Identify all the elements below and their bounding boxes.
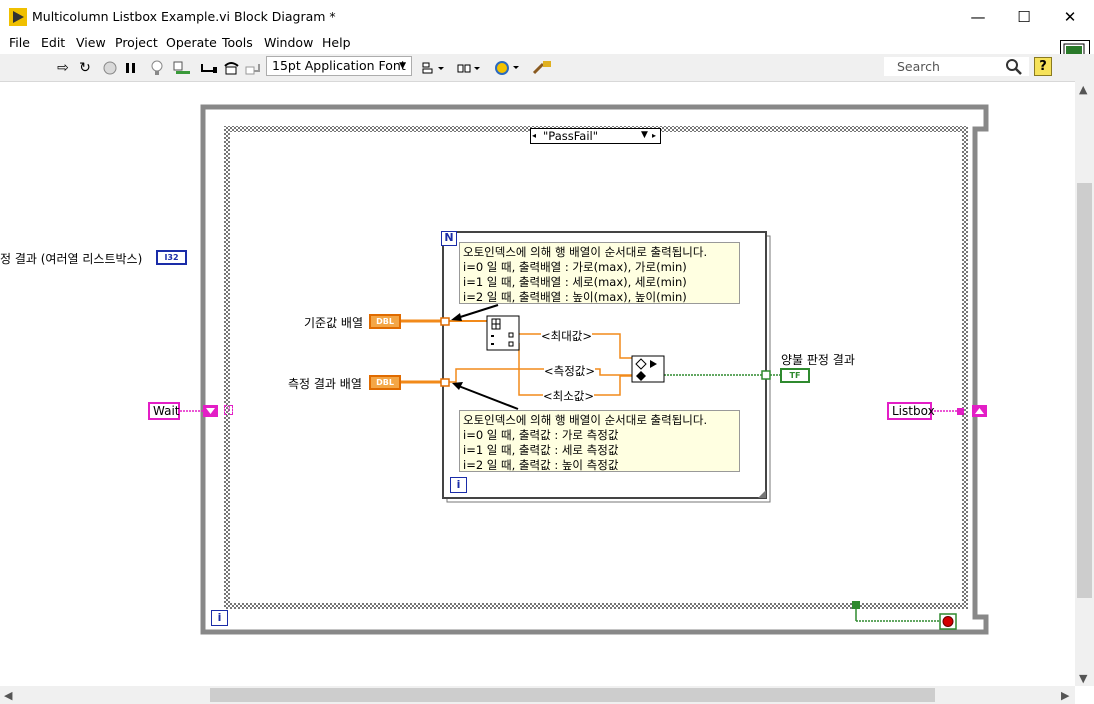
chevron-down-icon: ▼ <box>399 61 406 71</box>
comment-bottom-line: i=1 일 때, 출력값 : 세로 측정값 <box>463 443 619 457</box>
run-icon[interactable]: ⇨ <box>54 58 72 78</box>
min-value-wire-label: <최소값> <box>543 388 595 404</box>
wait-event-label[interactable]: Wait <box>148 402 180 420</box>
result-tunnel <box>761 370 771 380</box>
step-out-icon[interactable] <box>243 58 263 78</box>
retain-wire-values-icon[interactable] <box>172 58 194 78</box>
case-dropdown-icon[interactable]: ▼ <box>641 130 648 140</box>
step-into-icon[interactable] <box>199 58 219 78</box>
comment-top-line: i=0 일 때, 출력배열 : 가로(max), 가로(min) <box>463 260 687 274</box>
reorder-icon[interactable] <box>493 58 521 78</box>
menu-file[interactable]: File <box>9 35 30 50</box>
menu-operate[interactable]: Operate <box>166 35 217 50</box>
in-range-and-coerce-node[interactable] <box>631 355 665 383</box>
comment-top-line: i=1 일 때, 출력배열 : 세로(max), 세로(min) <box>463 275 687 289</box>
horizontal-scroll-thumb[interactable] <box>210 688 935 702</box>
index-array-node[interactable] <box>486 315 520 351</box>
pass-fail-result-terminal[interactable]: TF <box>780 368 810 383</box>
labview-app-icon <box>9 8 27 26</box>
menu-help[interactable]: Help <box>322 35 351 50</box>
window-title: Multicolumn Listbox Example.vi Block Dia… <box>32 9 336 24</box>
menu-window[interactable]: Window <box>264 35 313 50</box>
listbox-indicator-label: 정 결과 (여러열 리스트박스) <box>0 252 143 266</box>
clean-up-diagram-icon[interactable] <box>530 58 554 78</box>
font-select[interactable]: 15pt Application Font ▼ <box>266 56 412 76</box>
stop-tunnel <box>852 601 860 609</box>
reference-array-terminal[interactable]: DBL <box>369 314 401 329</box>
vertical-scroll-thumb[interactable] <box>1077 183 1092 598</box>
wait-tunnel: ? <box>224 405 233 415</box>
context-help-button[interactable]: ? <box>1034 57 1052 76</box>
case-selector[interactable]: ◂ "PassFail" ▼ ▸ <box>530 128 661 144</box>
menu-bar <box>0 34 1094 54</box>
for-loop-count-terminal[interactable]: N <box>441 231 457 246</box>
measurement-array-label: 측정 결과 배열 <box>288 377 362 391</box>
comment-bottom-line: i=2 일 때, 출력값 : 높이 측정값 <box>463 458 619 472</box>
comment-top-line: i=2 일 때, 출력배열 : 높이(max), 높이(min) <box>463 290 687 304</box>
pause-icon[interactable] <box>122 58 140 78</box>
search-placeholder: Search <box>897 59 940 74</box>
maximize-icon: ☐ <box>1017 8 1031 26</box>
close-icon: ✕ <box>1063 8 1077 26</box>
comment-bottom-line: 오토인덱스에 의해 행 배열이 순서대로 출력됩니다. <box>463 413 708 427</box>
listbox-tunnel <box>957 408 964 415</box>
reference-array-label: 기준값 배열 <box>304 316 364 330</box>
menu-tools[interactable]: Tools <box>222 35 253 50</box>
minimize-button[interactable]: — <box>955 0 1001 34</box>
minimize-icon: — <box>970 8 986 26</box>
for-loop-iteration-terminal: i <box>450 477 467 493</box>
menu-view[interactable]: View <box>76 35 106 50</box>
run-continuously-icon[interactable]: ↻ <box>76 58 94 78</box>
font-select-value: 15pt Application Font <box>272 58 406 73</box>
listbox-shift-register-right <box>972 405 987 417</box>
abort-icon[interactable] <box>101 58 119 78</box>
align-objects-icon[interactable] <box>420 58 446 78</box>
block-diagram-canvas <box>180 104 989 635</box>
listbox-label[interactable]: Listbox <box>887 402 935 420</box>
maximize-button[interactable]: ☐ <box>1001 0 1047 34</box>
measure-value-wire-label: <측정값> <box>544 363 596 379</box>
wait-shift-register-left <box>203 405 218 417</box>
ref-array-tunnel <box>440 317 450 326</box>
close-button[interactable]: ✕ <box>1047 0 1093 34</box>
comment-top-line: 오토인덱스에 의해 행 배열이 순서대로 출력됩니다. <box>463 245 708 259</box>
search-input[interactable]: Search <box>884 57 1029 76</box>
stop-button[interactable] <box>939 613 957 630</box>
distribute-objects-icon[interactable] <box>456 58 482 78</box>
case-increment-icon[interactable]: ▸ <box>652 131 656 140</box>
menu-project[interactable]: Project <box>115 35 158 50</box>
search-icon <box>1006 59 1022 75</box>
case-decrement-icon[interactable]: ◂ <box>532 131 536 140</box>
comment-bottom[interactable]: 오토인덱스에 의해 행 배열이 순서대로 출력됩니다. i=0 일 때, 출력값… <box>459 410 740 472</box>
step-over-icon[interactable] <box>222 58 242 78</box>
while-loop-iteration-terminal: i <box>211 610 228 626</box>
highlight-execution-icon[interactable] <box>148 58 166 78</box>
case-selector-label: "PassFail" <box>543 129 599 143</box>
measurement-array-terminal[interactable]: DBL <box>369 375 401 390</box>
measure-array-tunnel <box>440 378 450 387</box>
scroll-right-icon[interactable]: ▶ <box>1061 689 1069 702</box>
scroll-left-icon[interactable]: ◀ <box>4 689 12 702</box>
pass-fail-result-label: 양불 판정 결과 <box>781 353 855 367</box>
i32-terminal[interactable]: I32 <box>156 250 187 265</box>
comment-top[interactable]: 오토인덱스에 의해 행 배열이 순서대로 출력됩니다. i=0 일 때, 출력배… <box>459 242 740 304</box>
comment-bottom-line: i=0 일 때, 출력값 : 가로 측정값 <box>463 428 619 442</box>
scroll-down-icon[interactable]: ▼ <box>1079 672 1087 685</box>
max-value-wire-label: <최대값> <box>541 328 593 344</box>
help-icon: ? <box>1039 59 1047 74</box>
scroll-up-icon[interactable]: ▲ <box>1079 83 1087 96</box>
menu-edit[interactable]: Edit <box>41 35 65 50</box>
